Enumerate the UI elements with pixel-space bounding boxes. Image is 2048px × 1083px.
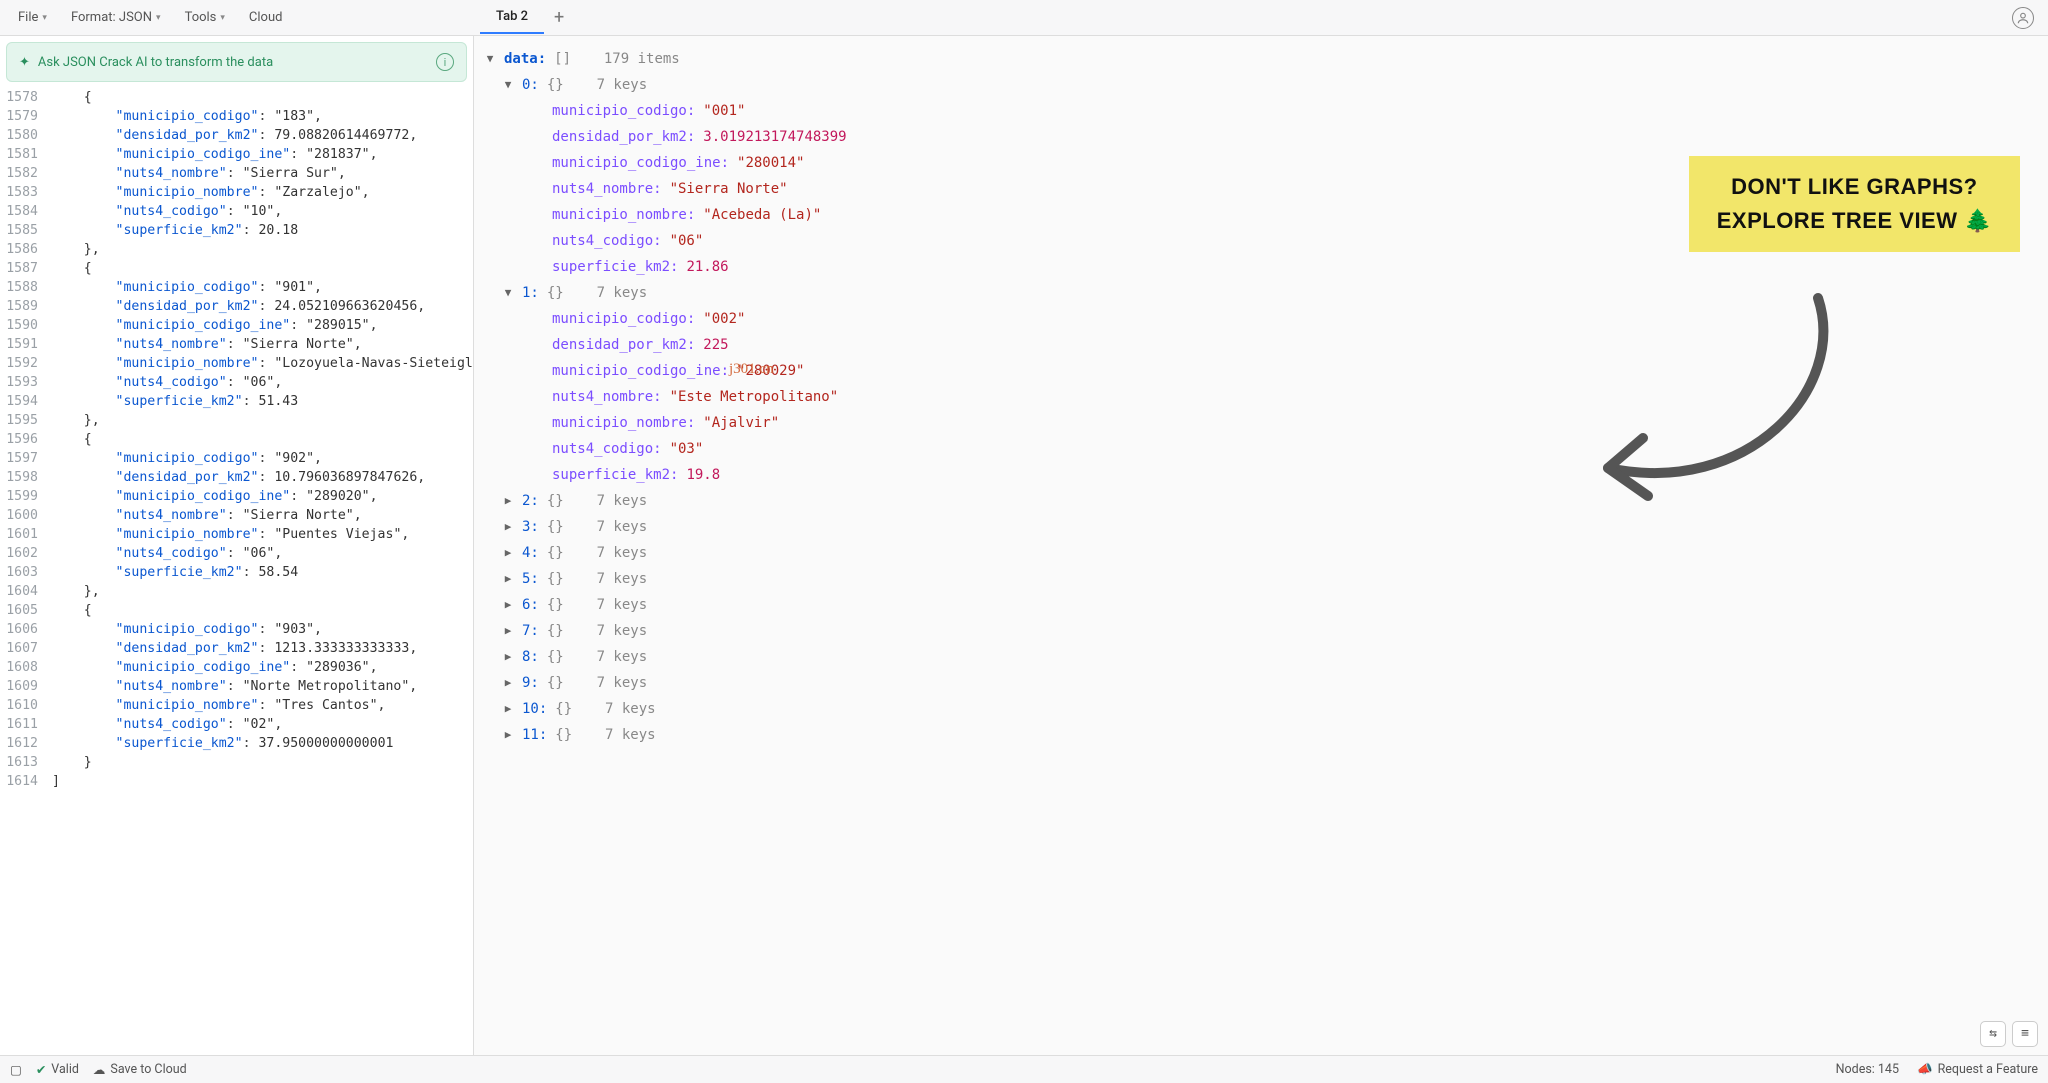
chevron-down-icon: ▾ — [42, 13, 47, 23]
list-view-button[interactable]: ≡ — [2012, 1021, 2038, 1047]
tree-row[interactable]: densidad_por_km2: 3.019213174748399 — [480, 124, 2034, 150]
megaphone-icon: 📣 — [1917, 1062, 1933, 1077]
toggle-icon[interactable]: ▼ — [502, 280, 514, 306]
nodes-count: Nodes: 145 — [1836, 1062, 1899, 1077]
tree-row[interactable]: superficie_km2: 19.8 — [480, 462, 2034, 488]
request-feature[interactable]: 📣Request a Feature — [1917, 1062, 2038, 1077]
tree-row[interactable]: ▶7: {} 7 keys — [480, 618, 2034, 644]
add-tab-button[interactable]: + — [544, 3, 574, 32]
promo-callout: DON'T LIKE GRAPHS? EXPLORE TREE VIEW 🌲 — [1689, 156, 2020, 252]
tree-row[interactable]: ▶8: {} 7 keys — [480, 644, 2034, 670]
status-bar: ▢ ✔Valid ☁Save to Cloud Nodes: 145 📣Requ… — [0, 1055, 2048, 1083]
status-valid: ✔Valid — [36, 1062, 79, 1078]
info-icon[interactable]: i — [436, 53, 454, 71]
tree-row[interactable]: ▶6: {} 7 keys — [480, 592, 2034, 618]
tree-row[interactable]: municipio_codigo: "001" — [480, 98, 2034, 124]
user-account-icon[interactable] — [2012, 7, 2034, 29]
toggle-icon[interactable]: ▶ — [502, 644, 514, 670]
cloud-menu[interactable]: Cloud — [239, 4, 293, 31]
top-menu-bar: File▾ Format: JSON▾ Tools▾ Cloud Tab 2 + — [0, 0, 2048, 36]
chevron-down-icon: ▾ — [156, 13, 161, 23]
cloud-icon: ☁ — [93, 1062, 106, 1078]
toggle-icon[interactable]: ▶ — [502, 670, 514, 696]
tree-view-pane: ▼data: [] 179 items▼0: {} 7 keysmunicipi… — [474, 36, 2048, 1055]
tree-row[interactable]: ▶9: {} 7 keys — [480, 670, 2034, 696]
tree-row[interactable]: ▶2: {} 7 keys — [480, 488, 2034, 514]
tree-row[interactable]: ▶5: {} 7 keys — [480, 566, 2034, 592]
tab-2[interactable]: Tab 2 — [480, 1, 544, 34]
toggle-icon[interactable]: ▶ — [502, 592, 514, 618]
tree-row[interactable]: nuts4_nombre: "Este Metropolitano" — [480, 384, 2034, 410]
sparkle-icon: ✦ — [19, 55, 30, 70]
tree-row[interactable]: densidad_por_km2: 225 — [480, 332, 2034, 358]
toggle-icon[interactable]: ▶ — [502, 540, 514, 566]
tree-row[interactable]: municipio_codigo_ine: "280029" — [480, 358, 2034, 384]
toggle-icon[interactable]: ▶ — [502, 696, 514, 722]
sidebar-toggle[interactable]: ▢ — [10, 1062, 22, 1078]
tree-row[interactable]: ▶11: {} 7 keys — [480, 722, 2034, 748]
chevron-down-icon: ▾ — [220, 13, 225, 23]
tree-row[interactable]: ▼data: [] 179 items — [480, 46, 2034, 72]
ai-banner-text: Ask JSON Crack AI to transform the data — [38, 55, 273, 70]
format-menu[interactable]: Format: JSON▾ — [61, 4, 171, 31]
toggle-icon[interactable]: ▶ — [502, 722, 514, 748]
toggle-icon[interactable]: ▶ — [502, 488, 514, 514]
tree-row[interactable]: ▶3: {} 7 keys — [480, 514, 2034, 540]
tree-row[interactable]: ▶4: {} 7 keys — [480, 540, 2034, 566]
toggle-icon[interactable]: ▶ — [502, 618, 514, 644]
toggle-icon[interactable]: ▼ — [484, 46, 496, 72]
tree-row[interactable]: superficie_km2: 21.86 — [480, 254, 2034, 280]
toggle-icon[interactable]: ▼ — [502, 72, 514, 98]
json-editor[interactable]: 1578 {1579 "municipio_codigo": "183",158… — [0, 88, 473, 801]
code-editor-pane: ✦ Ask JSON Crack AI to transform the dat… — [0, 36, 474, 1055]
share-button[interactable]: ⇆ — [1980, 1021, 2006, 1047]
file-menu[interactable]: File▾ — [8, 4, 57, 31]
watermark-text: j301.cn — [729, 356, 774, 382]
tree-row[interactable]: ▶10: {} 7 keys — [480, 696, 2034, 722]
tree-row[interactable]: municipio_nombre: "Ajalvir" — [480, 410, 2034, 436]
toggle-icon[interactable]: ▶ — [502, 514, 514, 540]
toggle-icon[interactable]: ▶ — [502, 566, 514, 592]
tree-row[interactable]: nuts4_codigo: "03" — [480, 436, 2034, 462]
tree-row[interactable]: ▼0: {} 7 keys — [480, 72, 2034, 98]
tools-menu[interactable]: Tools▾ — [175, 4, 235, 31]
tree-row[interactable]: municipio_codigo: "002" — [480, 306, 2034, 332]
tree-row[interactable]: ▼1: {} 7 keys — [480, 280, 2034, 306]
save-to-cloud[interactable]: ☁Save to Cloud — [93, 1062, 187, 1078]
ai-transform-banner[interactable]: ✦ Ask JSON Crack AI to transform the dat… — [6, 42, 467, 82]
